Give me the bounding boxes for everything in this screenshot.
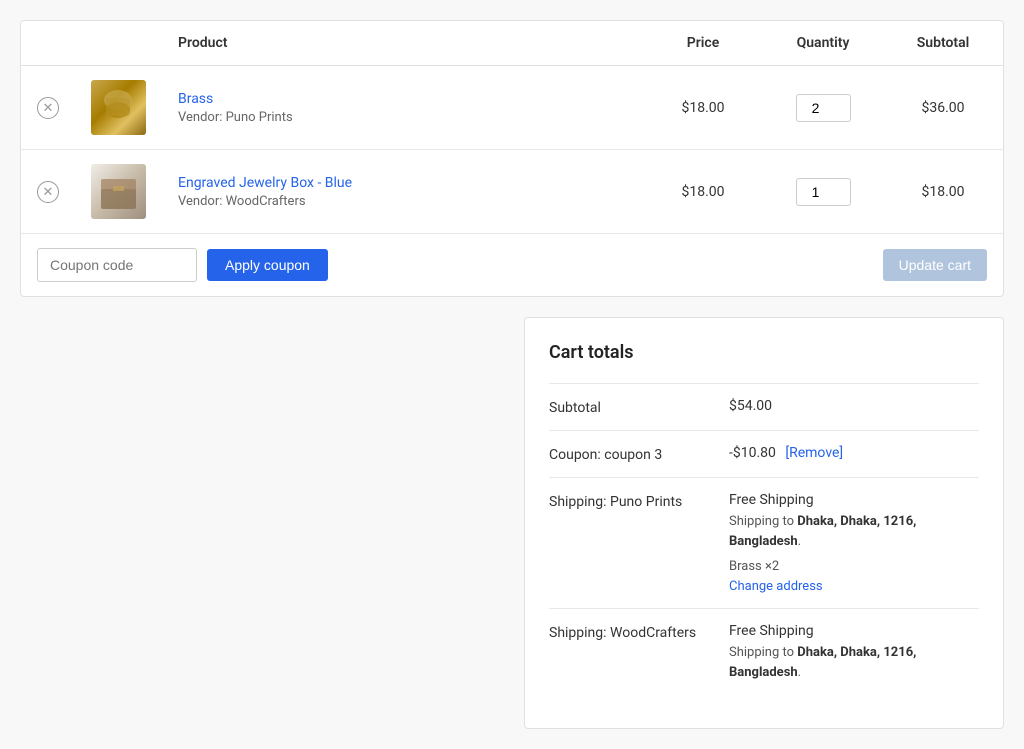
totals-shipping-wood-row: Shipping: WoodCrafters Free Shipping Shi… bbox=[549, 608, 979, 704]
totals-shipping-puno-row: Shipping: Puno Prints Free Shipping Ship… bbox=[549, 477, 979, 608]
col-header-product: Product bbox=[162, 21, 643, 66]
puno-shipping-to-text: Shipping to bbox=[729, 514, 797, 529]
col-header-quantity: Quantity bbox=[763, 21, 883, 66]
puno-shipping-address: Shipping to Dhaka, Dhaka, 1216, Banglade… bbox=[729, 512, 979, 551]
col-header-price: Price bbox=[643, 21, 763, 66]
totals-subtotal-row: Subtotal $54.00 bbox=[549, 383, 979, 430]
col-header-subtotal: Subtotal bbox=[883, 21, 1003, 66]
totals-subtotal-value: $54.00 bbox=[729, 398, 979, 414]
product-vendor-jewelry: Vendor: WoodCrafters bbox=[178, 194, 627, 209]
table-row: ✕ bbox=[21, 66, 1003, 150]
product-thumb-brass bbox=[91, 80, 146, 135]
totals-coupon-value: -$10.80 [Remove] bbox=[729, 445, 979, 461]
remove-jewelry-button[interactable]: ✕ bbox=[37, 181, 59, 203]
coupon-row: Apply coupon Update cart bbox=[21, 234, 1003, 297]
quantity-input-brass[interactable] bbox=[796, 94, 851, 122]
wood-free-shipping: Free Shipping bbox=[729, 623, 979, 639]
product-link-brass[interactable]: Brass bbox=[178, 91, 213, 107]
table-row: ✕ bbox=[21, 150, 1003, 234]
product-price-brass: $18.00 bbox=[643, 66, 763, 150]
cart-table: Product Price Quantity Subtotal ✕ bbox=[20, 20, 1004, 297]
cart-totals-wrapper: Cart totals Subtotal $54.00 Coupon: coup… bbox=[20, 317, 1004, 729]
totals-subtotal-label: Subtotal bbox=[549, 398, 729, 416]
product-subtotal-brass: $36.00 bbox=[883, 66, 1003, 150]
totals-coupon-label: Coupon: coupon 3 bbox=[549, 445, 729, 463]
puno-brass-item: Brass ×2 bbox=[729, 559, 979, 574]
update-cart-button[interactable]: Update cart bbox=[883, 249, 987, 281]
apply-coupon-button[interactable]: Apply coupon bbox=[207, 249, 328, 281]
puno-free-shipping: Free Shipping bbox=[729, 492, 979, 508]
product-vendor-brass: Vendor: Puno Prints bbox=[178, 110, 627, 125]
wood-shipping-address: Shipping to Dhaka, Dhaka, 1216, Banglade… bbox=[729, 643, 979, 682]
product-subtotal-jewelry: $18.00 bbox=[883, 150, 1003, 234]
remove-brass-button[interactable]: ✕ bbox=[37, 97, 59, 119]
product-name-jewelry: Engraved Jewelry Box - Blue bbox=[178, 175, 627, 191]
wood-shipping-to-text: Shipping to bbox=[729, 645, 797, 660]
cart-totals-title: Cart totals bbox=[549, 342, 979, 363]
product-thumb-jewelry bbox=[91, 164, 146, 219]
quantity-input-jewelry[interactable] bbox=[796, 178, 851, 206]
coupon-discount-amount: -$10.80 bbox=[729, 445, 776, 461]
product-name-brass: Brass bbox=[178, 91, 627, 107]
cart-totals-box: Cart totals Subtotal $54.00 Coupon: coup… bbox=[524, 317, 1004, 729]
coupon-input[interactable] bbox=[37, 248, 197, 282]
totals-shipping-wood-value: Free Shipping Shipping to Dhaka, Dhaka, … bbox=[729, 623, 979, 690]
totals-shipping-puno-label: Shipping: Puno Prints bbox=[549, 492, 729, 510]
col-header-remove bbox=[21, 21, 75, 66]
remove-coupon-link[interactable]: [Remove] bbox=[785, 445, 843, 461]
product-price-jewelry: $18.00 bbox=[643, 150, 763, 234]
change-address-link[interactable]: Change address bbox=[729, 579, 823, 594]
totals-coupon-row: Coupon: coupon 3 -$10.80 [Remove] bbox=[549, 430, 979, 477]
col-header-image bbox=[75, 21, 162, 66]
totals-shipping-wood-label: Shipping: WoodCrafters bbox=[549, 623, 729, 641]
product-link-jewelry[interactable]: Engraved Jewelry Box - Blue bbox=[178, 175, 352, 191]
